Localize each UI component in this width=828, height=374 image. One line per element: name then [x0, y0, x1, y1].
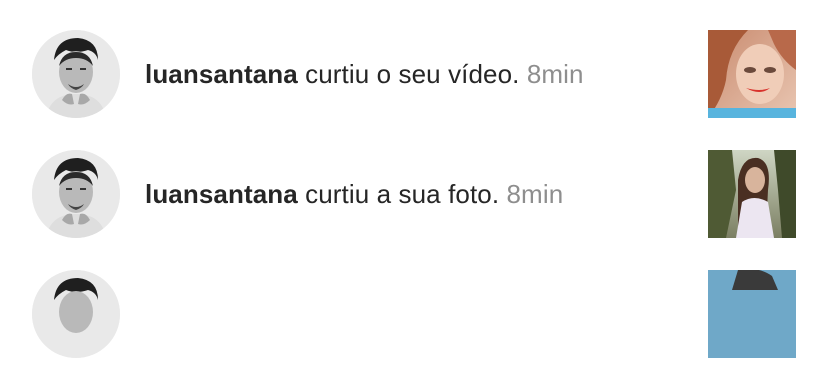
- liked-photo-thumbnail-icon: [708, 150, 796, 238]
- post-thumbnail[interactable]: [708, 30, 796, 118]
- user-avatar[interactable]: [32, 270, 120, 358]
- notification-action: curtiu a sua foto.: [305, 179, 500, 209]
- timestamp: 8min: [506, 179, 564, 209]
- profile-photo-icon: [32, 150, 120, 238]
- profile-photo-icon: [32, 270, 120, 358]
- timestamp: 8min: [526, 59, 584, 89]
- post-thumbnail[interactable]: [708, 150, 796, 238]
- notification-text: luansantana curtiu a sua foto. 8min: [145, 179, 563, 209]
- user-avatar[interactable]: [32, 150, 120, 238]
- username[interactable]: luansantana: [145, 179, 298, 209]
- post-thumbnail-icon: [708, 270, 796, 358]
- user-avatar[interactable]: [32, 30, 120, 118]
- liked-video-thumbnail-icon: [708, 30, 796, 118]
- post-thumbnail[interactable]: [708, 270, 796, 358]
- notification-row[interactable]: luansantana curtiu a sua foto. 8min: [0, 134, 828, 254]
- profile-photo-icon: [32, 30, 120, 118]
- username[interactable]: luansantana: [145, 59, 298, 89]
- notification-row[interactable]: [0, 254, 828, 374]
- notification-text: luansantana curtiu o seu vídeo. 8min: [145, 59, 584, 89]
- notification-action: curtiu o seu vídeo.: [305, 59, 520, 89]
- notification-row[interactable]: luansantana curtiu o seu vídeo. 8min: [0, 14, 828, 134]
